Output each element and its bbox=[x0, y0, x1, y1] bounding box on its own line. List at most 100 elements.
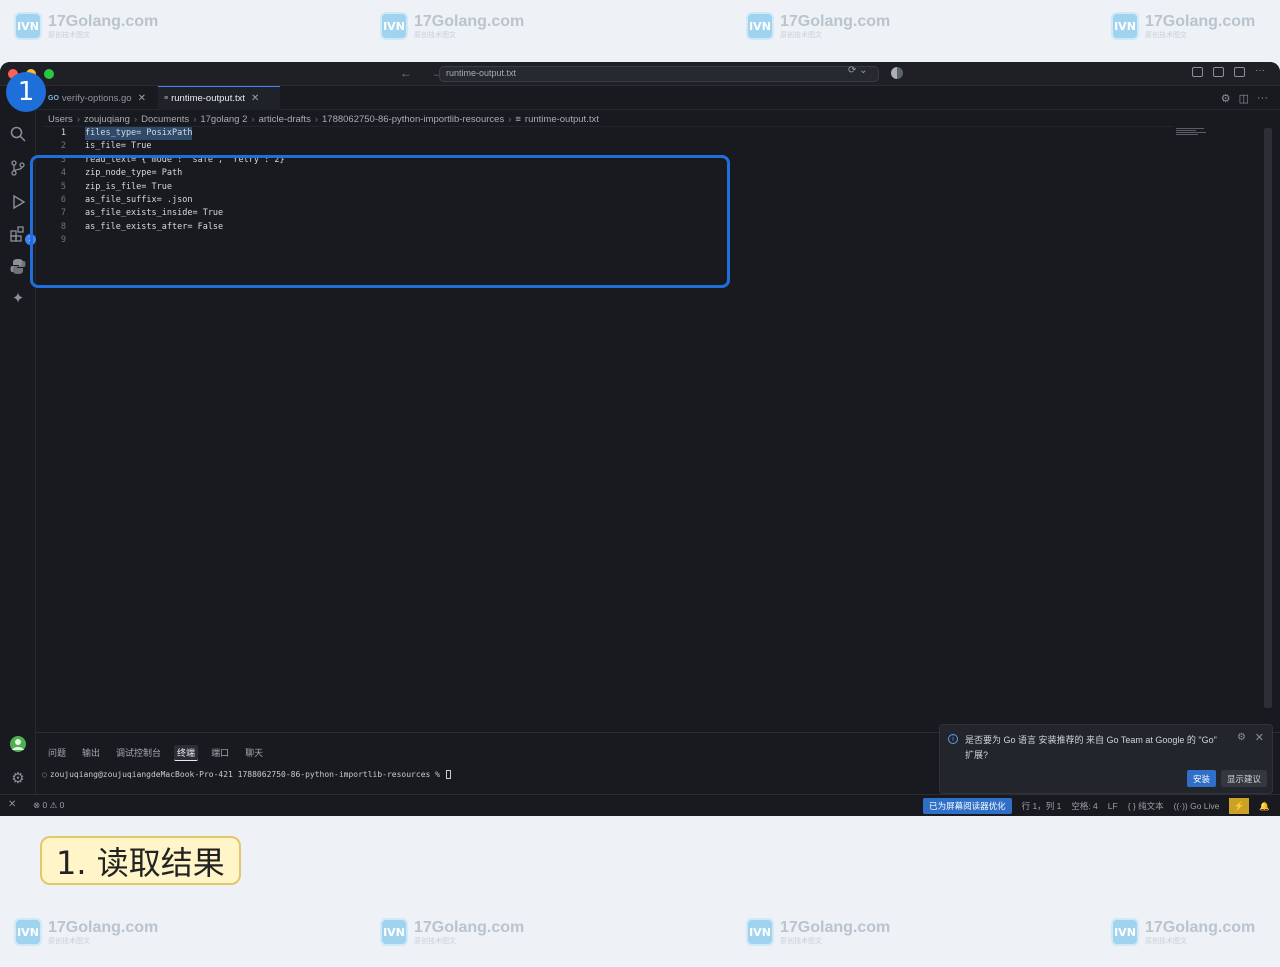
breadcrumb-item[interactable]: Documents bbox=[141, 114, 189, 125]
terminal-prompt: zoujuqiang@zoujuqiangdeMacBook-Pro-421 1… bbox=[49, 770, 440, 779]
breadcrumb-item[interactable]: zoujuqiang bbox=[84, 114, 130, 125]
terminal-status-icon: ○ bbox=[42, 770, 47, 779]
close-notification-icon[interactable]: ✕ bbox=[1255, 731, 1264, 744]
step-caption: 1. 读取结果 bbox=[40, 836, 241, 885]
customize-layout-icon[interactable] bbox=[1213, 67, 1224, 77]
chevron-right-icon: › bbox=[76, 114, 80, 125]
command-center[interactable]: runtime-output.txt bbox=[439, 66, 879, 82]
tab-runtime-output[interactable]: ≡ runtime-output.txt ✕ bbox=[158, 86, 280, 110]
tab-terminal[interactable]: 终端 bbox=[174, 745, 199, 761]
terminal-line[interactable]: ○ zoujuqiang@zoujuqiangdeMacBook-Pro-421 … bbox=[42, 770, 451, 779]
watermark: IVN 17Golang.com 原创技术图文 bbox=[14, 918, 158, 946]
watermark-subtitle: 原创技术图文 bbox=[414, 937, 456, 945]
go-file-icon: GO bbox=[48, 94, 59, 102]
tab-output[interactable]: 输出 bbox=[79, 745, 103, 761]
editor-scrollbar[interactable] bbox=[1264, 128, 1272, 708]
notification-settings-icon[interactable]: ⚙ bbox=[1237, 732, 1246, 743]
run-debug-icon[interactable] bbox=[8, 192, 28, 212]
watermark-title: 17Golang.com bbox=[414, 12, 525, 30]
line-ending-status[interactable]: LF bbox=[1108, 801, 1118, 811]
extensions-icon[interactable]: 1 bbox=[8, 224, 36, 245]
watermark: IVN 17Golang.com 原创技术图文 bbox=[746, 12, 890, 40]
tab-verify-options[interactable]: GO verify-options.go ✕ bbox=[42, 86, 156, 110]
watermark: IVN 17Golang.com 原创技术图文 bbox=[1111, 918, 1255, 946]
tab-chat[interactable]: 聊天 bbox=[242, 745, 266, 761]
watermark: IVN 17Golang.com 原创技术图文 bbox=[380, 12, 524, 40]
notification-text: 是否要为 Go 语言 安装推荐的 来自 Go Team at Google 的 … bbox=[965, 735, 1217, 760]
language-mode[interactable]: { } 纯文本 bbox=[1128, 800, 1164, 812]
info-icon: i bbox=[948, 734, 958, 744]
chevron-right-icon: › bbox=[508, 114, 512, 125]
line-number: 2 bbox=[60, 141, 66, 152]
toggle-sidebar-icon[interactable] bbox=[1192, 67, 1203, 77]
chevron-right-icon: › bbox=[133, 114, 138, 125]
line-text: files_type= PosixPath bbox=[85, 127, 193, 141]
watermark-title: 17Golang.com bbox=[780, 12, 891, 30]
panel-tabs: 问题 输出 调试控制台 终端 端口 聊天 bbox=[45, 745, 266, 761]
copilot-icon[interactable] bbox=[891, 67, 903, 79]
watermark-title: 17Golang.com bbox=[1145, 12, 1256, 30]
tab-label: runtime-output.txt bbox=[171, 93, 246, 104]
watermark-logo-icon: IVN bbox=[1111, 12, 1139, 40]
watermark-row-top: IVN 17Golang.com 原创技术图文 IVN 17Golang.com 原… bbox=[0, 12, 1280, 52]
split-editor-icon[interactable]: ◫ bbox=[1239, 92, 1249, 105]
more-icon[interactable]: ··· bbox=[1255, 66, 1266, 77]
watermark-title: 17Golang.com bbox=[48, 918, 159, 936]
toggle-panel-icon[interactable] bbox=[1234, 67, 1245, 77]
watermark-subtitle: 原创技术图文 bbox=[780, 31, 822, 39]
breadcrumb-item[interactable]: 17golang 2 bbox=[200, 114, 247, 125]
chevron-right-icon: › bbox=[314, 114, 318, 125]
notifications-bell-icon[interactable]: 🔔 bbox=[1259, 801, 1270, 812]
install-button[interactable]: 安装 bbox=[1187, 770, 1216, 787]
maximize-window-button[interactable] bbox=[44, 69, 54, 79]
go-extension-notification: i 是否要为 Go 语言 安装推荐的 来自 Go Team at Google … bbox=[939, 724, 1273, 794]
command-center-text: runtime-output.txt bbox=[446, 68, 517, 78]
more-actions-icon[interactable]: ··· bbox=[1257, 92, 1268, 105]
watermark-title: 17Golang.com bbox=[780, 918, 891, 936]
text-file-icon: ≡ bbox=[164, 95, 169, 102]
watermark-logo-icon: IVN bbox=[14, 918, 42, 946]
show-suggestions-button[interactable]: 显示建议 bbox=[1221, 770, 1267, 787]
indentation-status[interactable]: 空格: 4 bbox=[1071, 800, 1097, 812]
search-icon[interactable] bbox=[8, 124, 28, 144]
broadcast-icon: ((·)) bbox=[1173, 801, 1191, 811]
account-avatar-icon[interactable] bbox=[8, 734, 28, 754]
go-live-label: Go Live bbox=[1190, 801, 1220, 811]
screen-reader-status[interactable]: 已为屏幕阅读器优化 bbox=[923, 798, 1012, 814]
cursor-position[interactable]: 行 1，列 1 bbox=[1022, 800, 1062, 812]
python-icon[interactable] bbox=[8, 256, 28, 276]
tab-debug-console[interactable]: 调试控制台 bbox=[113, 745, 164, 761]
breadcrumb-item[interactable]: article-drafts bbox=[259, 114, 311, 125]
callout-number-badge: 1 bbox=[6, 72, 46, 112]
watermark-logo-icon: IVN bbox=[746, 918, 774, 946]
problems-status[interactable]: ⊗ 0 ⚠ 0 bbox=[33, 800, 64, 811]
callout-highlight-box bbox=[30, 155, 730, 288]
sync-icon[interactable]: ⟳ ⌄ bbox=[848, 65, 868, 76]
breadcrumb-item[interactable]: runtime-output.txt bbox=[525, 114, 599, 125]
settings-icon[interactable]: ⚙ bbox=[1221, 92, 1231, 105]
layout-actions: ··· bbox=[1192, 66, 1266, 77]
text-file-icon: ≡ bbox=[515, 114, 521, 125]
remote-icon[interactable]: ✕ bbox=[8, 799, 16, 810]
title-bar: ← → runtime-output.txt ⟳ ⌄ ··· bbox=[0, 62, 1280, 86]
settings-gear-icon[interactable]: ⚙ bbox=[8, 768, 28, 788]
watermark-logo-icon: IVN bbox=[1111, 918, 1139, 946]
no-notifications-icon[interactable]: ⚡ bbox=[1229, 798, 1250, 814]
breadcrumb-item[interactable]: Users bbox=[48, 114, 73, 125]
terminal-cursor bbox=[445, 770, 451, 779]
breadcrumb-item[interactable]: 1788062750-86-python-importlib-resources bbox=[322, 114, 504, 125]
close-tab-icon[interactable]: ✕ bbox=[251, 93, 259, 104]
tab-ports[interactable]: 端口 bbox=[208, 745, 232, 761]
status-bar: ✕ ⊗ 0 ⚠ 0 已为屏幕阅读器优化 行 1，列 1 空格: 4 LF { }… bbox=[0, 794, 1280, 816]
go-live-button[interactable]: ((·)) Go Live bbox=[1174, 801, 1220, 811]
tab-problems[interactable]: 问题 bbox=[45, 745, 69, 761]
minimap[interactable] bbox=[1176, 128, 1208, 140]
vscode-window: ← → runtime-output.txt ⟳ ⌄ ··· 1 ✦ ⚙ GO … bbox=[0, 62, 1280, 816]
watermark-logo-icon: IVN bbox=[380, 12, 408, 40]
watermark-title: 17Golang.com bbox=[48, 12, 159, 30]
close-tab-icon[interactable]: ✕ bbox=[138, 93, 146, 104]
source-control-icon[interactable] bbox=[8, 158, 28, 178]
line-text: is_file= True bbox=[85, 141, 152, 152]
line-number: 1 bbox=[60, 128, 66, 138]
sparkle-icon[interactable]: ✦ bbox=[8, 288, 28, 308]
